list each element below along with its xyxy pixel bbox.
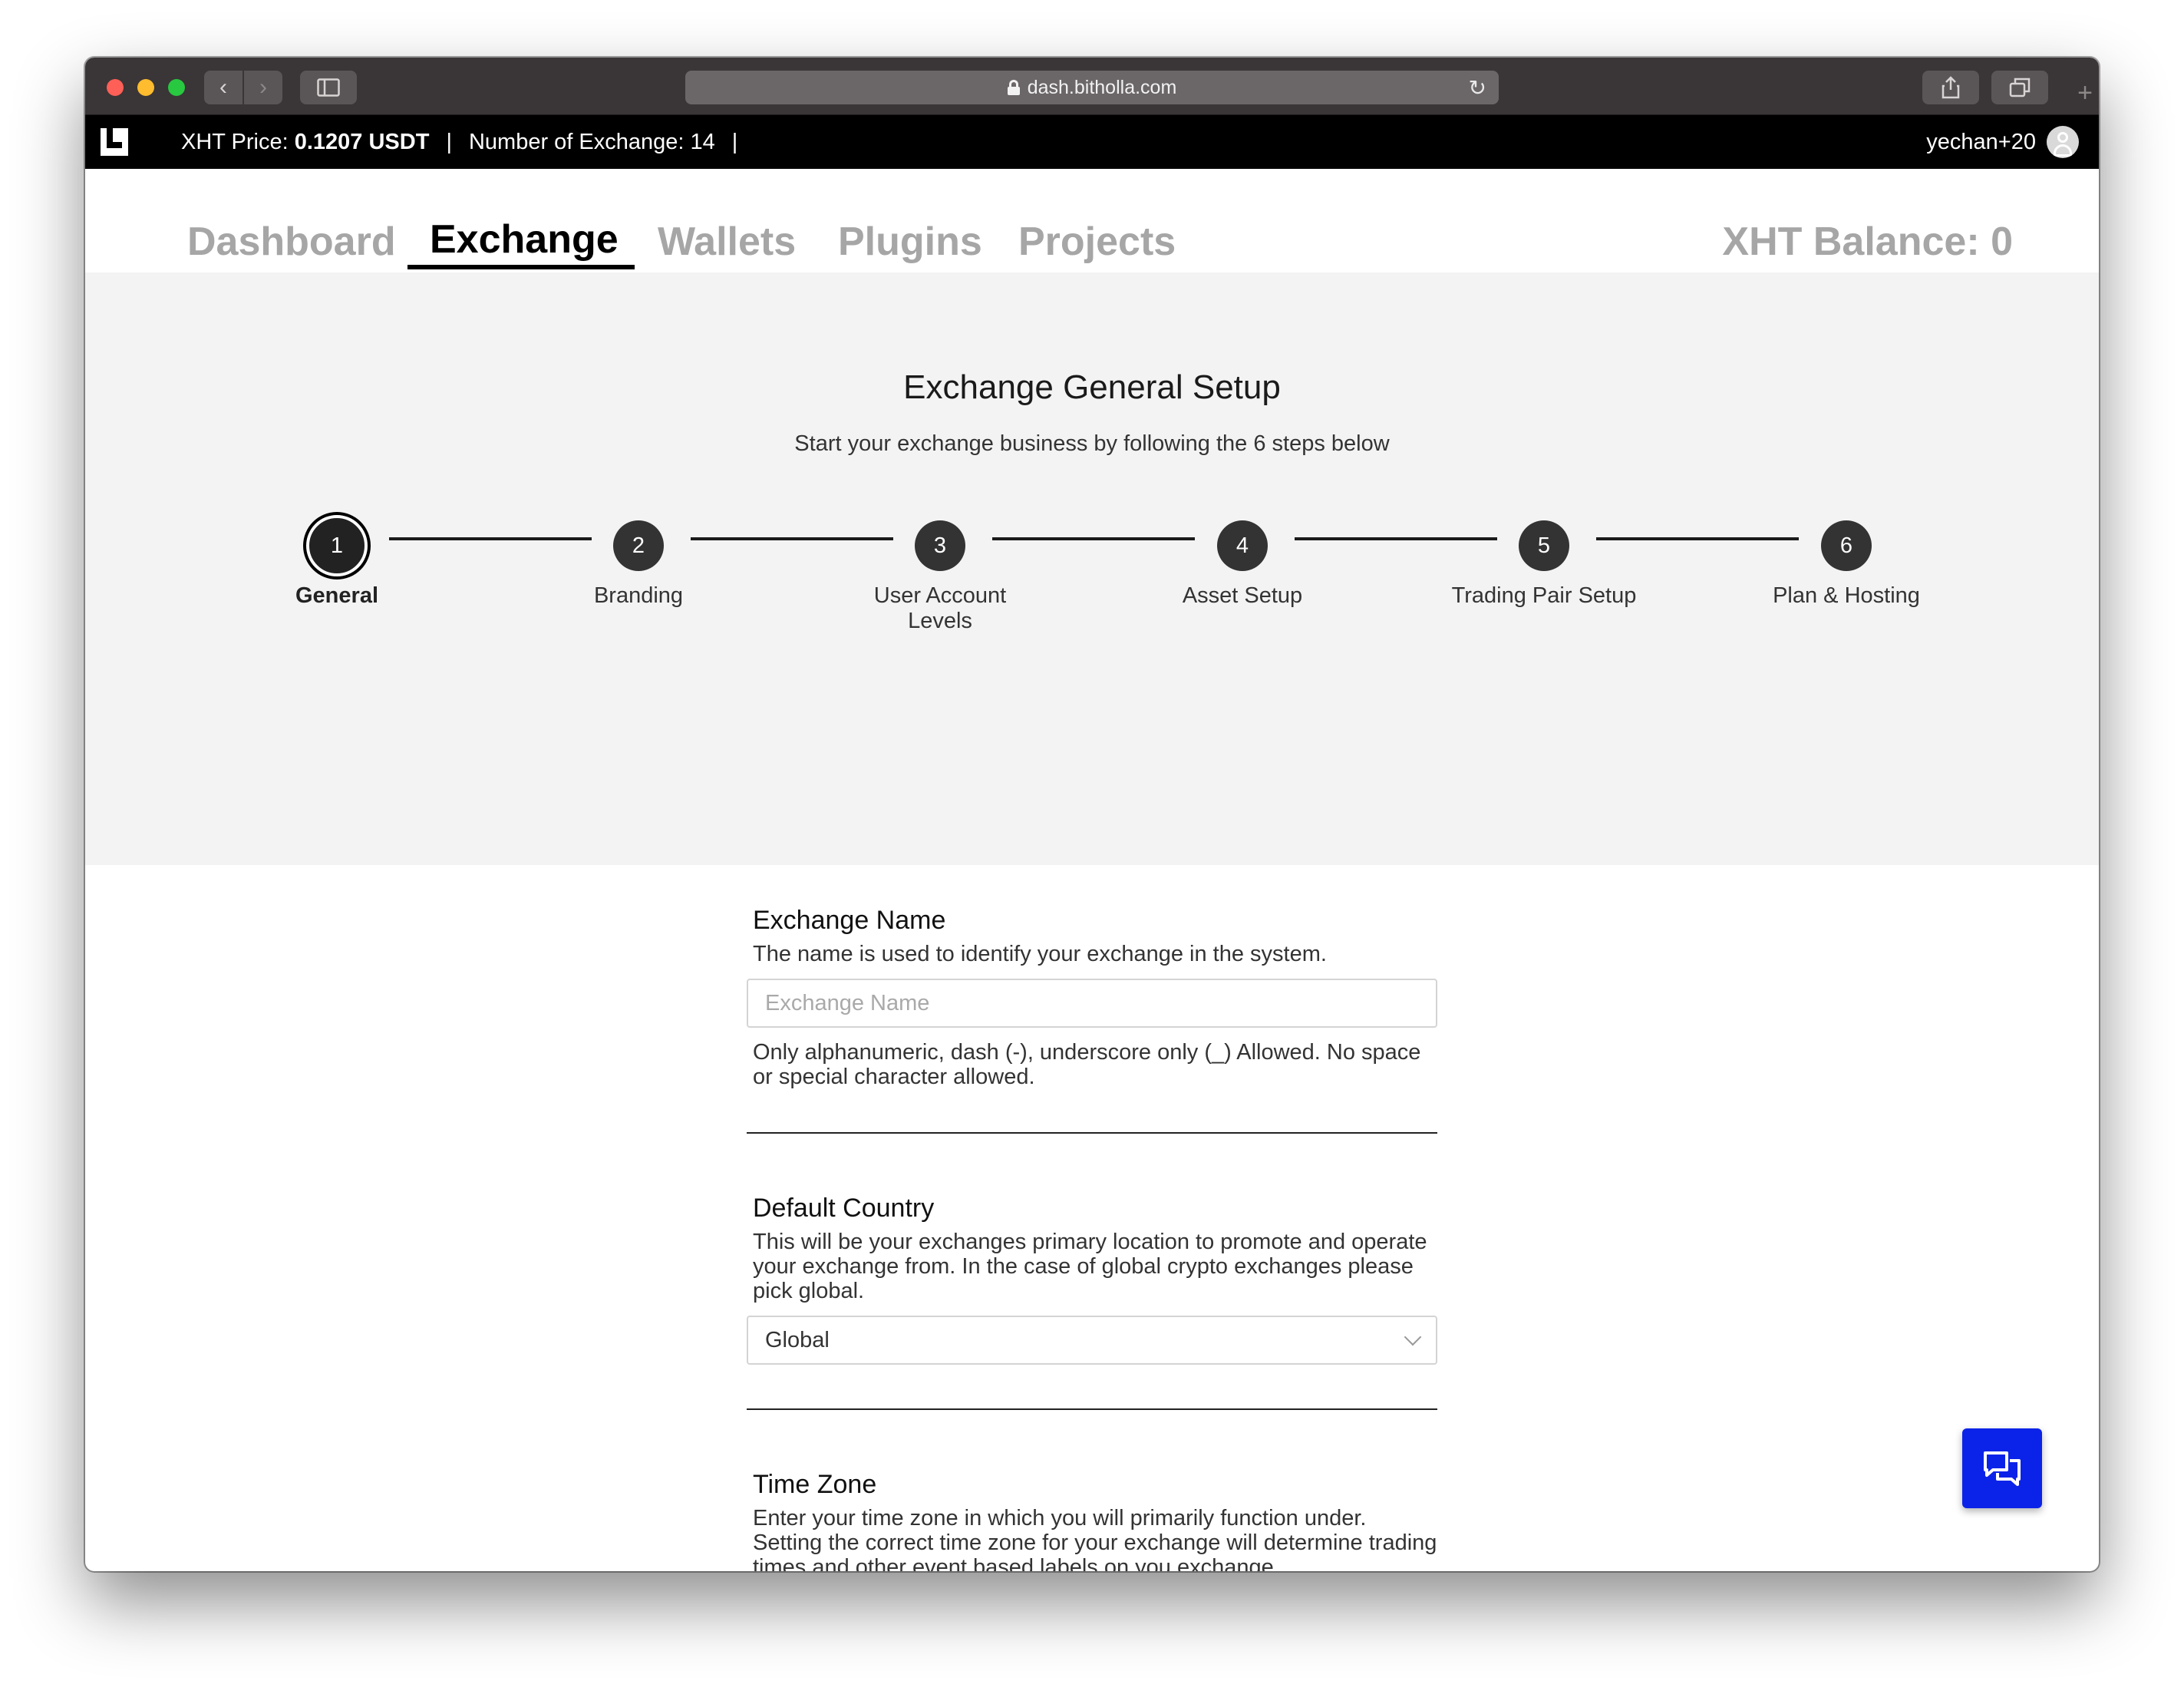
tabs-icon bbox=[2009, 78, 2031, 97]
step-2-label: Branding bbox=[593, 583, 684, 608]
tab-exchange[interactable]: Exchange bbox=[430, 216, 619, 263]
time-zone-description: Enter your time zone in which you will p… bbox=[753, 1506, 1437, 1571]
exchange-name-hint: Only alphanumeric, dash (-), underscore … bbox=[753, 1040, 1421, 1089]
chevron-right-icon: › bbox=[259, 74, 267, 100]
ticker-separator: | bbox=[446, 130, 452, 154]
default-country-description: This will be your exchanges primary loca… bbox=[753, 1230, 1427, 1303]
screen: ‹ › dash.bitholla.com ↻ + XHT Price: 0.1… bbox=[0, 0, 2184, 1684]
ticker-separator: | bbox=[731, 130, 738, 154]
setup-steps-panel: Exchange General Setup Start your exchan… bbox=[85, 272, 2099, 865]
exchange-name-description: The name is used to identify your exchan… bbox=[753, 942, 1327, 966]
sidebar-toggle-button[interactable] bbox=[300, 71, 357, 104]
chat-support-button[interactable] bbox=[1962, 1428, 2042, 1508]
time-zone-title: Time Zone bbox=[753, 1470, 877, 1499]
exchange-count: Number of Exchange: 14 bbox=[468, 130, 715, 154]
step-5-label: Trading Pair Setup bbox=[1451, 583, 1637, 608]
tab-plugins[interactable]: Plugins bbox=[838, 219, 982, 265]
new-tab-button[interactable]: + bbox=[2071, 79, 2099, 107]
url-text: dash.bitholla.com bbox=[1027, 76, 1177, 98]
step-5-circle[interactable]: 5 bbox=[1519, 520, 1569, 571]
page-title: Exchange General Setup bbox=[903, 368, 1281, 406]
chevron-down-icon bbox=[1404, 1328, 1422, 1346]
step-3-circle[interactable]: 3 bbox=[915, 520, 965, 571]
step-4-label: Asset Setup bbox=[1182, 583, 1303, 608]
exchange-name-input[interactable] bbox=[747, 979, 1437, 1028]
default-country-value: Global bbox=[765, 1327, 830, 1352]
user-menu[interactable]: yechan+20 bbox=[1926, 126, 2079, 158]
step-1-label: General bbox=[295, 583, 378, 608]
section-divider bbox=[747, 1132, 1437, 1134]
app-top-bar: XHT Price: 0.1207 USDT | Number of Excha… bbox=[85, 115, 2099, 169]
main-nav: Dashboard Exchange Wallets Plugins Proje… bbox=[85, 169, 2099, 272]
xht-price-label: XHT Price: bbox=[181, 130, 289, 154]
step-2-circle[interactable]: 2 bbox=[613, 520, 664, 571]
default-country-title: Default Country bbox=[753, 1194, 935, 1223]
username: yechan+20 bbox=[1926, 129, 2036, 154]
price-ticker: XHT Price: 0.1207 USDT | Number of Excha… bbox=[181, 130, 754, 155]
close-window-button[interactable] bbox=[107, 79, 124, 96]
back-button[interactable]: ‹ bbox=[204, 71, 242, 104]
browser-window: ‹ › dash.bitholla.com ↻ + XHT Price: 0.1… bbox=[85, 58, 2099, 1571]
section-divider bbox=[747, 1408, 1437, 1410]
xht-price-value: 0.1207 USDT bbox=[294, 130, 430, 154]
step-1-circle[interactable]: 1 bbox=[306, 515, 368, 576]
step-connector bbox=[1596, 537, 1799, 540]
exchange-name-title: Exchange Name bbox=[753, 906, 946, 935]
tab-overview-button[interactable] bbox=[1991, 71, 2048, 104]
step-3-label: User Account Levels bbox=[873, 583, 1007, 633]
page-subtitle: Start your exchange business by followin… bbox=[794, 431, 1390, 456]
xht-balance: XHT Balance: 0 bbox=[1722, 220, 2013, 264]
sidebar-icon bbox=[317, 78, 340, 97]
time-zone-section: Time Zone Enter your time zone in which … bbox=[747, 1470, 1437, 1571]
step-6-label: Plan & Hosting bbox=[1773, 583, 1920, 608]
chat-icon bbox=[1984, 1451, 2021, 1486]
avatar bbox=[2047, 126, 2079, 158]
bitholla-logo[interactable] bbox=[101, 128, 128, 156]
step-connector bbox=[1295, 537, 1497, 540]
active-tab-indicator bbox=[407, 265, 635, 269]
step-6-circle[interactable]: 6 bbox=[1821, 520, 1872, 571]
maximize-window-button[interactable] bbox=[168, 79, 185, 96]
step-connector bbox=[389, 537, 592, 540]
minimize-window-button[interactable] bbox=[137, 79, 154, 96]
step-connector bbox=[992, 537, 1195, 540]
chevron-left-icon: ‹ bbox=[219, 74, 227, 100]
forward-button[interactable]: › bbox=[244, 71, 282, 104]
share-icon bbox=[1942, 76, 1960, 99]
reload-icon[interactable]: ↻ bbox=[1469, 75, 1486, 101]
lock-icon bbox=[1007, 80, 1020, 95]
tab-projects[interactable]: Projects bbox=[1018, 219, 1176, 265]
browser-titlebar: ‹ › dash.bitholla.com ↻ + bbox=[85, 58, 2099, 115]
step-connector bbox=[691, 537, 893, 540]
tab-wallets[interactable]: Wallets bbox=[658, 219, 796, 265]
exchange-name-section: Exchange Name The name is used to identi… bbox=[747, 906, 1437, 1089]
address-bar[interactable]: dash.bitholla.com ↻ bbox=[685, 71, 1499, 104]
tab-dashboard[interactable]: Dashboard bbox=[187, 219, 396, 265]
default-country-section: Default Country This will be your exchan… bbox=[747, 1194, 1437, 1365]
share-button[interactable] bbox=[1922, 71, 1979, 104]
default-country-select[interactable]: Global bbox=[747, 1316, 1437, 1365]
step-4-circle[interactable]: 4 bbox=[1217, 520, 1268, 571]
